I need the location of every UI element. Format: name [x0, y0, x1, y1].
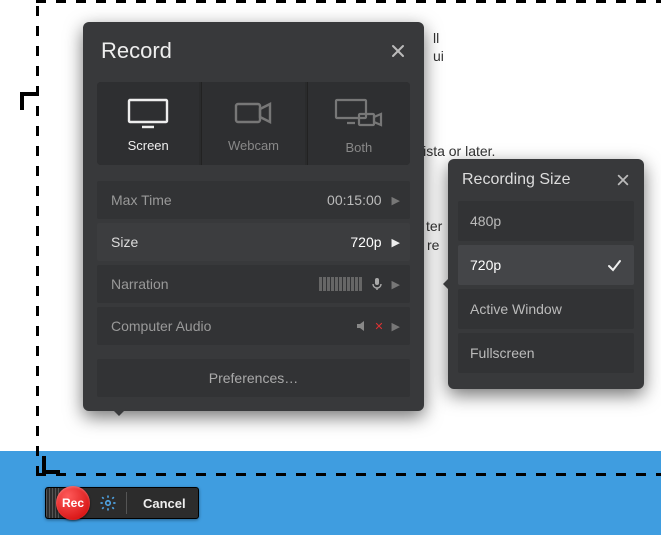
chevron-right-icon: ▶ [392, 320, 400, 333]
row-label: Max Time [111, 192, 327, 208]
size-option-label: Active Window [470, 301, 622, 317]
mute-x-icon: ✕ [374, 320, 383, 333]
size-option-fullscreen[interactable]: Fullscreen [458, 333, 634, 373]
size-option-active-window[interactable]: Active Window [458, 289, 634, 329]
speaker-muted-icon [356, 319, 372, 333]
mode-selector: Screen Webcam Both [97, 82, 410, 165]
mode-webcam[interactable]: Webcam [201, 82, 304, 165]
size-option-720p[interactable]: 720p [458, 245, 634, 285]
gear-icon [99, 494, 117, 512]
chevron-right-icon: ▶ [392, 236, 400, 249]
close-icon [616, 173, 630, 187]
row-value: 00:15:00 [327, 192, 382, 208]
row-computer-audio[interactable]: Computer Audio ✕ ▶ [97, 307, 410, 345]
chevron-right-icon: ▶ [392, 278, 400, 291]
preferences-button[interactable]: Preferences… [97, 359, 410, 397]
row-value: 720p [350, 234, 381, 250]
cancel-button[interactable]: Cancel [131, 488, 198, 518]
close-button[interactable] [616, 173, 630, 187]
bg-text: ui [433, 47, 444, 67]
close-icon [390, 43, 406, 59]
size-panel-title: Recording Size [462, 171, 616, 189]
row-max-time[interactable]: Max Time 00:15:00 ▶ [97, 181, 410, 219]
bg-text: ter [426, 217, 442, 237]
microphone-icon [370, 277, 384, 291]
record-button[interactable]: Rec [56, 486, 90, 520]
row-label: Computer Audio [111, 318, 356, 334]
record-controls-bar: Rec Cancel [45, 487, 199, 519]
cancel-button-label: Cancel [143, 496, 186, 511]
size-option-label: Fullscreen [470, 345, 622, 361]
row-narration[interactable]: Narration ▶ [97, 265, 410, 303]
size-option-label: 480p [470, 213, 622, 229]
chevron-right-icon: ▶ [392, 194, 400, 207]
preferences-label: Preferences… [209, 370, 298, 386]
mode-screen[interactable]: Screen [97, 82, 199, 165]
selection-border [36, 0, 661, 3]
close-button[interactable] [390, 43, 406, 59]
record-button-label: Rec [62, 496, 84, 510]
separator [126, 492, 127, 514]
monitor-icon [125, 96, 171, 130]
settings-button[interactable] [94, 494, 122, 512]
bg-text: ll [433, 29, 439, 49]
row-size[interactable]: Size 720p ▶ [97, 223, 410, 261]
selection-border [36, 0, 39, 476]
panel-title: Record [101, 38, 390, 64]
webcam-icon [230, 96, 276, 130]
mode-both[interactable]: Both [307, 82, 410, 165]
bg-text: re [427, 236, 439, 256]
mode-label: Screen [128, 138, 169, 153]
row-label: Narration [111, 276, 319, 292]
size-option-label: 720p [470, 257, 606, 273]
both-icon [333, 96, 385, 132]
corner-handle[interactable] [20, 92, 40, 112]
corner-handle[interactable] [42, 454, 62, 474]
record-panel: Record Screen Webcam Both [83, 22, 424, 411]
row-label: Size [111, 234, 350, 250]
mode-label: Both [345, 140, 372, 155]
check-icon [606, 257, 622, 273]
mode-label: Webcam [228, 138, 279, 153]
level-meter-icon [319, 277, 362, 291]
size-option-480p[interactable]: 480p [458, 201, 634, 241]
recording-size-panel: Recording Size 480p 720p Active Window F… [448, 159, 644, 389]
selection-border [36, 473, 661, 476]
